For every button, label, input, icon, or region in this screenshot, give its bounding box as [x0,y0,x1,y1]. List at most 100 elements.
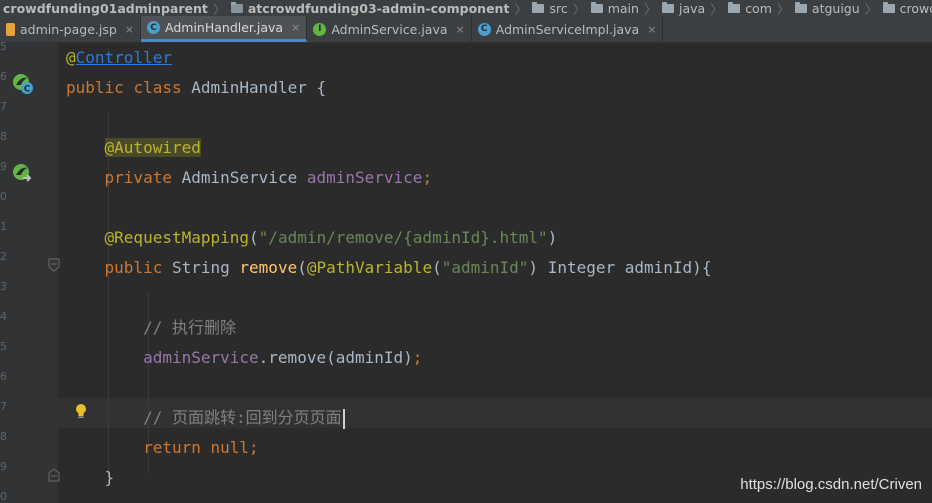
line-number: 7 [0,100,6,113]
code-line-1: @Controller [66,43,172,73]
line-number: 7 [0,400,6,413]
breadcrumb-separator: 〉 [514,2,528,17]
breadcrumb-item-main[interactable]: main [588,0,642,16]
text-caret [342,408,345,429]
line-number: 9 [0,160,6,173]
paren: ( [297,258,307,277]
paren: ( [249,228,259,247]
breadcrumb-separator: 〉 [710,2,724,17]
line-number: 0 [0,490,6,503]
close-icon[interactable]: × [291,21,300,34]
keyword-class: class [133,78,182,97]
spring-bean-class-icon[interactable]: C [12,73,34,95]
breadcrumb-label: crowd [899,0,932,16]
field-admin-service-ref: adminService [143,348,259,367]
folder-icon [661,1,674,13]
breadcrumb-item-java[interactable]: java [659,0,708,16]
tab-adminservice-java[interactable]: I AdminService.java × [307,16,472,42]
breadcrumb-item-crowd[interactable]: crowd [880,0,932,16]
annotation-controller-link[interactable]: Controller [76,48,172,67]
editor-tab-bar: admin-page.jsp × C AdminHandler.java × I Admin… [0,16,932,43]
breadcrumb-item-crowdfunding01adminparent[interactable]: crowdfunding01adminparent [0,0,211,16]
svg-text:C: C [24,85,31,95]
breadcrumb-separator: 〉 [776,2,790,17]
breadcrumb-label: main [607,0,639,16]
breadcrumb-label: crowdfunding01adminparent [3,0,208,16]
method-params: ) Integer adminId){ [528,258,712,277]
breadcrumb-separator: 〉 [572,2,586,17]
line-number: 2 [0,250,6,263]
tab-admin-page-jsp[interactable]: admin-page.jsp × [0,16,142,42]
code-line-7: @RequestMapping("/admin/remove/{adminId}… [66,223,558,253]
editor-gutter[interactable]: C 5 6 7 8 9 0 1 2 3 4 5 6 7 8 9 0 [0,40,60,503]
code-editor[interactable]: @Controller public class AdminHandler { … [58,43,932,503]
method-remove: remove [239,258,298,277]
code-line-10: // 执行删除 [66,313,236,343]
tab-label: AdminServiceImpl.java [495,21,640,37]
keyword-null: null [210,438,250,457]
breadcrumb-separator: 〉 [643,2,657,17]
keyword-public: public [66,78,124,97]
paren: ( [432,258,442,277]
breadcrumb-label: java [678,0,706,16]
annotation-autowired: @Autowired [104,138,201,157]
breadcrumb-item-atcrowdfunding03-admin-component[interactable]: atcrowdfunding03-admin-component [228,0,513,16]
folder-icon [728,1,741,13]
breadcrumb-item-com[interactable]: com [725,0,775,16]
string-admin-id: "adminId" [441,258,529,277]
tab-adminhandler-java[interactable]: C AdminHandler.java × [141,16,308,42]
module-folder-icon [230,1,243,13]
lightbulb-icon[interactable] [74,403,88,421]
folder-icon [794,1,807,13]
type-admin-service: AdminService [181,168,298,187]
code-line-4: @Autowired [66,133,201,163]
tab-label: AdminHandler.java [165,20,284,35]
line-number: 6 [0,70,6,83]
tab-label: AdminService.java [331,21,448,37]
keyword-public: public [104,258,163,277]
class-icon: C [147,21,161,34]
folder-icon [882,1,895,13]
keyword-private: private [104,168,172,187]
code-line-14: return null; [66,433,259,463]
breadcrumb-item-src[interactable]: src [529,0,570,16]
breadcrumb-label: atguigu [811,0,860,16]
line-number: 1 [0,220,6,233]
tab-adminserviceimpl-java[interactable]: C AdminServiceImpl.java × [472,16,664,42]
close-icon[interactable]: × [456,23,465,36]
autowired-navigate-icon[interactable] [12,163,34,185]
close-icon[interactable]: × [647,23,656,36]
folder-icon [532,1,545,13]
line-number: 0 [0,190,6,203]
code-line-8: public String remove(@PathVariable("admi… [66,253,712,283]
semicolon: ; [412,348,423,367]
breadcrumb-separator: 〉 [212,2,226,17]
code-line-2: public class AdminHandler { [66,73,326,103]
breadcrumb-item-atguigu[interactable]: atguigu [792,0,863,16]
comment-delete: // 执行删除 [143,318,236,337]
field-admin-service: adminService [306,168,423,187]
comment-redirect: // 页面跳转:回到分页页面 [143,408,342,427]
line-number: 4 [0,310,6,323]
breadcrumb-label: atcrowdfunding03-admin-component [247,0,510,16]
close-icon[interactable]: × [125,23,134,36]
code-line-15: } [66,463,115,493]
annotation-request-mapping: @RequestMapping [104,228,250,247]
line-number: 6 [0,370,6,383]
folder-icon [590,1,603,13]
tab-label: admin-page.jsp [20,21,117,37]
line-number: 3 [0,280,6,293]
keyword-return: return [143,438,201,457]
watermark: https://blog.csdn.net/Criven [740,476,922,493]
class-declaration: AdminHandler { [191,78,327,97]
code-line-5: private AdminService adminService; [66,163,433,193]
annotation-at: @ [66,48,76,67]
breadcrumb-label: com [745,0,772,16]
line-number: 5 [0,40,6,53]
semicolon: ; [422,168,433,187]
line-number: 9 [0,460,6,473]
closing-brace: } [104,468,115,487]
type-string: String [171,258,230,277]
semicolon: ; [249,438,259,457]
interface-icon: I [313,22,327,36]
